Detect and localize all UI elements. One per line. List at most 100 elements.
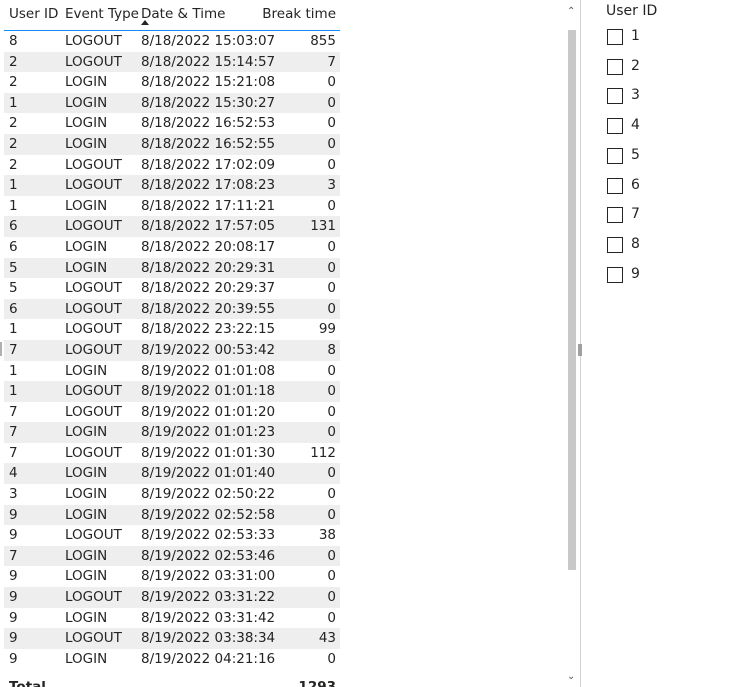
- slicer-item-7[interactable]: 7: [606, 206, 726, 229]
- table-row[interactable]: 9 LOGOUT 8/19/2022 03:38:34 43: [4, 628, 340, 649]
- table-row[interactable]: 5 LOGIN 8/18/2022 20:29:31 0: [4, 257, 340, 279]
- cell-user-id: 1: [9, 321, 18, 338]
- table-row[interactable]: 2 LOGIN 8/18/2022 16:52:55 0: [4, 133, 340, 155]
- table-row[interactable]: 9 LOGIN 8/19/2022 04:21:16 0: [4, 649, 340, 670]
- table-row[interactable]: 9 LOGIN 8/19/2022 03:31:00 0: [4, 566, 340, 587]
- table-row[interactable]: 1 LOGIN 8/18/2022 17:11:21 0: [4, 196, 340, 217]
- column-header-break-time[interactable]: Break time: [262, 6, 336, 22]
- cell-break-time: 0: [327, 300, 336, 317]
- cell-date-time: 8/19/2022 03:31:22: [141, 589, 276, 606]
- cell-break-time: 0: [327, 506, 336, 523]
- cell-break-time: 43: [318, 630, 336, 647]
- table-row[interactable]: 7 LOGOUT 8/19/2022 01:01:20 0: [4, 402, 340, 423]
- table-row[interactable]: 7 LOGOUT 8/19/2022 01:01:30 112: [4, 443, 340, 464]
- cell-event-type: LOGOUT: [65, 341, 122, 358]
- slicer-item-2[interactable]: 2: [606, 58, 726, 81]
- column-header-event-type[interactable]: Event Type: [65, 6, 139, 22]
- resize-handle[interactable]: [578, 344, 582, 356]
- checkbox-icon[interactable]: [607, 58, 623, 75]
- slicer-item-5[interactable]: 5: [606, 147, 726, 170]
- checkbox-icon[interactable]: [607, 207, 623, 224]
- cell-break-time: 0: [327, 465, 336, 482]
- cell-event-type: LOGIN: [65, 650, 108, 667]
- cell-event-type: LOGIN: [65, 74, 108, 91]
- table-row[interactable]: 3 LOGIN 8/19/2022 02:50:22 0: [4, 484, 340, 505]
- table-row[interactable]: 9 LOGOUT 8/19/2022 03:31:22 0: [4, 587, 340, 608]
- slicer-item-4[interactable]: 4: [606, 117, 726, 140]
- cell-user-id: 6: [9, 300, 18, 317]
- checkbox-icon[interactable]: [607, 266, 623, 283]
- scroll-down-icon[interactable]: ⌄: [567, 671, 575, 682]
- table-row[interactable]: 2 LOGIN 8/18/2022 16:52:53 0: [4, 113, 340, 134]
- table-row[interactable]: 1 LOGIN 8/19/2022 01:01:08 0: [4, 361, 340, 382]
- table-row[interactable]: 2 LOGOUT 8/18/2022 15:14:57 7: [4, 51, 340, 73]
- slicer-item-8[interactable]: 8: [606, 236, 726, 259]
- checkbox-icon[interactable]: [607, 88, 623, 105]
- cell-date-time: 8/19/2022 03:31:42: [141, 609, 276, 626]
- checkbox-icon[interactable]: [607, 236, 623, 253]
- table-row[interactable]: 2 LOGIN 8/18/2022 15:21:08 0: [4, 72, 340, 93]
- slicer-item-3[interactable]: 3: [606, 87, 726, 110]
- table-row[interactable]: 9 LOGIN 8/19/2022 03:31:42 0: [4, 608, 340, 629]
- slicer-item-6[interactable]: 6: [606, 177, 726, 200]
- cell-user-id: 1: [9, 383, 18, 400]
- cell-break-time: 7: [327, 53, 336, 70]
- cell-date-time: 8/19/2022 04:21:16: [141, 650, 276, 667]
- checkbox-icon[interactable]: [607, 177, 623, 194]
- cell-date-time: 8/18/2022 15:03:07: [141, 33, 276, 49]
- row-selection-marker: [0, 342, 2, 356]
- cell-user-id: 2: [9, 53, 18, 70]
- table-row[interactable]: 1 LOGIN 8/18/2022 15:30:27 0: [4, 92, 340, 114]
- cell-event-type: LOGIN: [65, 238, 108, 255]
- cell-event-type: LOGIN: [65, 547, 108, 564]
- cell-user-id: 2: [9, 115, 18, 132]
- cell-user-id: 7: [9, 444, 18, 461]
- table-row[interactable]: 6 LOGOUT 8/18/2022 17:57:05 131: [4, 216, 340, 237]
- table-scrollbar[interactable]: ⌃ ⌄: [565, 6, 579, 682]
- slicer-item-label: 1: [631, 28, 640, 44]
- slicer-item-9[interactable]: 9: [606, 266, 726, 289]
- cell-event-type: LOGIN: [65, 486, 108, 503]
- cell-date-time: 8/18/2022 16:52:55: [141, 135, 276, 152]
- checkbox-icon[interactable]: [607, 118, 623, 135]
- cell-break-time: 0: [327, 362, 336, 379]
- cell-user-id: 7: [9, 341, 18, 358]
- cell-break-time: 0: [327, 383, 336, 400]
- cell-event-type: LOGIN: [65, 135, 108, 152]
- table-row[interactable]: 1 LOGOUT 8/18/2022 17:08:23 3: [4, 175, 340, 196]
- scroll-up-icon[interactable]: ⌃: [567, 6, 575, 17]
- column-header-user-id[interactable]: User ID: [9, 6, 58, 22]
- cell-user-id: 9: [9, 527, 18, 544]
- slicer-item-1[interactable]: 1: [606, 28, 726, 51]
- cell-event-type: LOGIN: [65, 197, 108, 214]
- data-table: User ID Event Type Date & Time Break tim…: [4, 0, 340, 687]
- table-row[interactable]: 7 LOGIN 8/19/2022 02:53:46 0: [4, 545, 340, 567]
- cell-event-type: LOGIN: [65, 115, 108, 132]
- table-row[interactable]: 4 LOGIN 8/19/2022 01:01:40 0: [4, 463, 340, 485]
- column-header-date-time[interactable]: Date & Time: [141, 6, 225, 22]
- table-row[interactable]: 1 LOGOUT 8/18/2022 23:22:15 99: [4, 319, 340, 340]
- cell-user-id: 1: [9, 362, 18, 379]
- cell-date-time: 8/18/2022 16:52:53: [141, 115, 276, 132]
- table-row[interactable]: 6 LOGOUT 8/18/2022 20:39:55 0: [4, 298, 340, 320]
- table-row[interactable]: 5 LOGOUT 8/18/2022 20:29:37 0: [4, 278, 340, 299]
- cell-date-time: 8/18/2022 17:57:05: [141, 218, 276, 235]
- table-row[interactable]: 1 LOGOUT 8/19/2022 01:01:18 0: [4, 381, 340, 402]
- slicer-item-label: 4: [631, 117, 640, 134]
- checkbox-icon[interactable]: [607, 147, 623, 164]
- table-row[interactable]: 7 LOGOUT 8/19/2022 00:53:42 8: [4, 339, 340, 361]
- checkbox-icon[interactable]: [607, 29, 623, 45]
- table-row[interactable]: 9 LOGOUT 8/19/2022 02:53:33 38: [4, 525, 340, 546]
- cell-user-id: 5: [9, 259, 18, 276]
- cell-event-type: LOGOUT: [65, 527, 122, 544]
- table-row[interactable]: 9 LOGIN 8/19/2022 02:52:58 0: [4, 504, 340, 526]
- table-row[interactable]: 7 LOGIN 8/19/2022 01:01:23 0: [4, 422, 340, 443]
- scroll-thumb[interactable]: [568, 30, 576, 570]
- table-row[interactable]: 2 LOGOUT 8/18/2022 17:02:09 0: [4, 155, 340, 176]
- cell-event-type: LOGOUT: [65, 177, 122, 194]
- table-row[interactable]: 8 LOGOUT 8/18/2022 15:03:07 855: [4, 31, 340, 52]
- table-row[interactable]: 6 LOGIN 8/18/2022 20:08:17 0: [4, 237, 340, 258]
- cell-break-time: 855: [310, 33, 336, 49]
- cell-break-time: 0: [327, 115, 336, 132]
- cell-date-time: 8/19/2022 01:01:30: [141, 444, 276, 461]
